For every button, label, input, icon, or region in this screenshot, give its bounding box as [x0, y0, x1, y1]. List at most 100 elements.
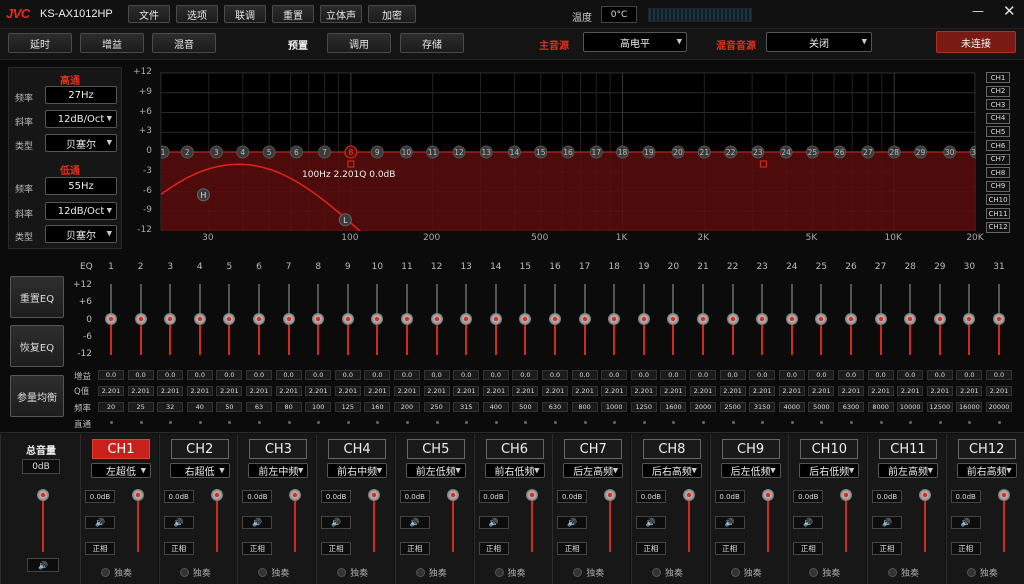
eq-freq-value[interactable]: 100	[305, 402, 332, 412]
eq-q-value[interactable]: 2.201	[275, 386, 302, 396]
eq-gain-value[interactable]: 0.0	[157, 370, 184, 380]
channel-volume-knob[interactable]	[997, 489, 1010, 501]
eq-slider-knob-4[interactable]	[193, 313, 206, 325]
eq-freq-value[interactable]: 20000	[986, 402, 1012, 412]
minimize-button[interactable]: —	[972, 4, 984, 18]
eq-freq-value[interactable]: 50	[216, 402, 243, 412]
eq-bypass-indicator[interactable]	[938, 421, 942, 424]
eq-q-value[interactable]: 2.201	[157, 386, 184, 396]
eq-slider-knob-7[interactable]	[282, 313, 295, 325]
channel-level-value[interactable]: 0.0dB	[163, 490, 194, 503]
eq-bypass-indicator[interactable]	[198, 421, 202, 424]
channel-phase-button[interactable]: 正相	[478, 542, 509, 555]
channel-phase-button[interactable]: 正相	[793, 542, 824, 555]
eq-freq-value[interactable]: 40	[186, 402, 213, 412]
channel-level-value[interactable]: 0.0dB	[242, 490, 273, 503]
eq-q-value[interactable]: 2.201	[98, 386, 124, 396]
eq-gain-value[interactable]: 0.0	[867, 370, 894, 380]
eq-slider-knob-11[interactable]	[401, 313, 413, 325]
recall-button[interactable]: 调用	[327, 33, 391, 53]
channel-name-ch6[interactable]: CH6	[485, 439, 544, 459]
delay-button[interactable]: 延时	[8, 33, 72, 53]
eq-bypass-indicator[interactable]	[406, 421, 409, 424]
eq-q-value[interactable]: 2.201	[660, 386, 687, 396]
eq-q-value[interactable]: 2.201	[512, 386, 539, 396]
eq-freq-value[interactable]: 80	[275, 402, 302, 412]
speaker-icon[interactable]: 🔊	[557, 516, 588, 529]
eq-gain-value[interactable]: 0.0	[305, 370, 332, 380]
speaker-icon[interactable]: 🔊	[163, 516, 194, 529]
channel-assign-select[interactable]: 右超低 ▼	[169, 463, 230, 478]
mix-source-select[interactable]: 关闭 ▼	[766, 32, 872, 52]
graph-channel-ch2[interactable]: CH2	[986, 85, 1010, 97]
channel-phase-button[interactable]: 正相	[950, 542, 981, 555]
eq-freq-value[interactable]: 12500	[926, 402, 953, 412]
channel-phase-button[interactable]: 正相	[163, 542, 194, 555]
eq-bypass-indicator[interactable]	[317, 421, 321, 424]
eq-bypass-indicator[interactable]	[465, 421, 469, 424]
eq-q-value[interactable]: 2.201	[542, 386, 568, 396]
eq-slider-knob-3[interactable]	[164, 313, 177, 325]
channel-volume-knob[interactable]	[761, 489, 774, 501]
connect-button[interactable]: 未连接	[936, 31, 1016, 53]
eq-gain-value[interactable]: 0.0	[956, 370, 983, 380]
channel-assign-select[interactable]: 前左中频 ▼	[248, 463, 309, 478]
channel-name-ch8[interactable]: CH8	[642, 439, 701, 459]
channel-phase-button[interactable]: 正相	[714, 542, 745, 555]
menu-item-5[interactable]: 立体声	[320, 5, 362, 23]
eq-gain-value[interactable]: 0.0	[690, 370, 716, 380]
channel-solo-toggle[interactable]: 独奏	[337, 566, 368, 579]
solo-radio[interactable]	[415, 568, 425, 577]
eq-slider-knob-21[interactable]	[697, 313, 709, 325]
channel-volume-knob[interactable]	[132, 489, 144, 501]
eq-gain-value[interactable]: 0.0	[838, 370, 864, 380]
eq-bypass-indicator[interactable]	[139, 421, 143, 424]
graph-channel-ch4[interactable]: CH4	[986, 112, 1010, 124]
speaker-icon[interactable]: 🔊	[793, 516, 824, 529]
eq-freq-value[interactable]: 1000	[601, 402, 628, 412]
channel-phase-button[interactable]: 正相	[872, 542, 902, 555]
eq-bypass-indicator[interactable]	[642, 421, 646, 424]
eq-q-value[interactable]: 2.201	[601, 386, 628, 396]
eq-slider-knob-10[interactable]	[371, 313, 384, 325]
channel-solo-toggle[interactable]: 独奏	[809, 566, 840, 579]
menu-item-2[interactable]: 选项	[176, 5, 218, 23]
channel-solo-toggle[interactable]: 独奏	[179, 566, 211, 579]
channel-assign-select[interactable]: 前左高频 ▼	[878, 463, 938, 478]
eq-q-value[interactable]: 2.201	[423, 386, 450, 396]
channel-volume-knob[interactable]	[525, 489, 538, 501]
channel-level-value[interactable]: 0.0dB	[85, 490, 115, 503]
channel-solo-toggle[interactable]: 独奏	[101, 566, 132, 579]
channel-solo-toggle[interactable]: 独奏	[888, 566, 919, 579]
channel-assign-select[interactable]: 前右高频 ▼	[956, 463, 1017, 478]
channel-name-ch12[interactable]: CH12	[957, 439, 1016, 459]
solo-radio[interactable]	[337, 568, 347, 577]
channel-level-value[interactable]: 0.0dB	[557, 490, 588, 503]
solo-radio[interactable]	[651, 568, 661, 577]
low-pass-freq-input[interactable]: 55Hz	[45, 177, 117, 195]
eq-slider-knob-14[interactable]	[489, 313, 502, 325]
eq-freq-value[interactable]: 3150	[749, 402, 776, 412]
low-pass-type-select[interactable]: 贝塞尔 ▼	[45, 225, 117, 243]
speaker-icon[interactable]: 🔊	[478, 516, 509, 529]
eq-slider-knob-22[interactable]	[726, 313, 739, 325]
eq-bypass-indicator[interactable]	[494, 421, 498, 424]
frequency-response-graph[interactable]: 1 2 3 4 5 6 7 8 9 10 11 12 13 14 15 16 17 18 19 20 21 22 23 24 2…	[156, 72, 983, 233]
eq-gain-value[interactable]: 0.0	[542, 370, 568, 380]
channel-phase-button[interactable]: 正相	[321, 542, 352, 555]
eq-q-value[interactable]: 2.201	[808, 386, 835, 396]
eq-bypass-indicator[interactable]	[998, 421, 1001, 424]
channel-name-ch9[interactable]: CH9	[721, 439, 780, 459]
eq-gain-value[interactable]: 0.0	[630, 370, 657, 380]
eq-slider-knob-16[interactable]	[549, 313, 561, 325]
channel-level-value[interactable]: 0.0dB	[635, 490, 666, 503]
eq-slider-knob-24[interactable]	[785, 313, 798, 325]
eq-slider-knob-31[interactable]	[993, 313, 1005, 325]
eq-bypass-indicator[interactable]	[702, 421, 705, 424]
channel-assign-select[interactable]: 前右中频 ▼	[327, 463, 388, 478]
eq-slider-knob-25[interactable]	[815, 313, 828, 325]
eq-freq-value[interactable]: 6300	[838, 402, 864, 412]
eq-freq-value[interactable]: 630	[542, 402, 568, 412]
eq-gain-value[interactable]: 0.0	[749, 370, 776, 380]
graph-channel-ch1[interactable]: CH1	[986, 72, 1010, 83]
